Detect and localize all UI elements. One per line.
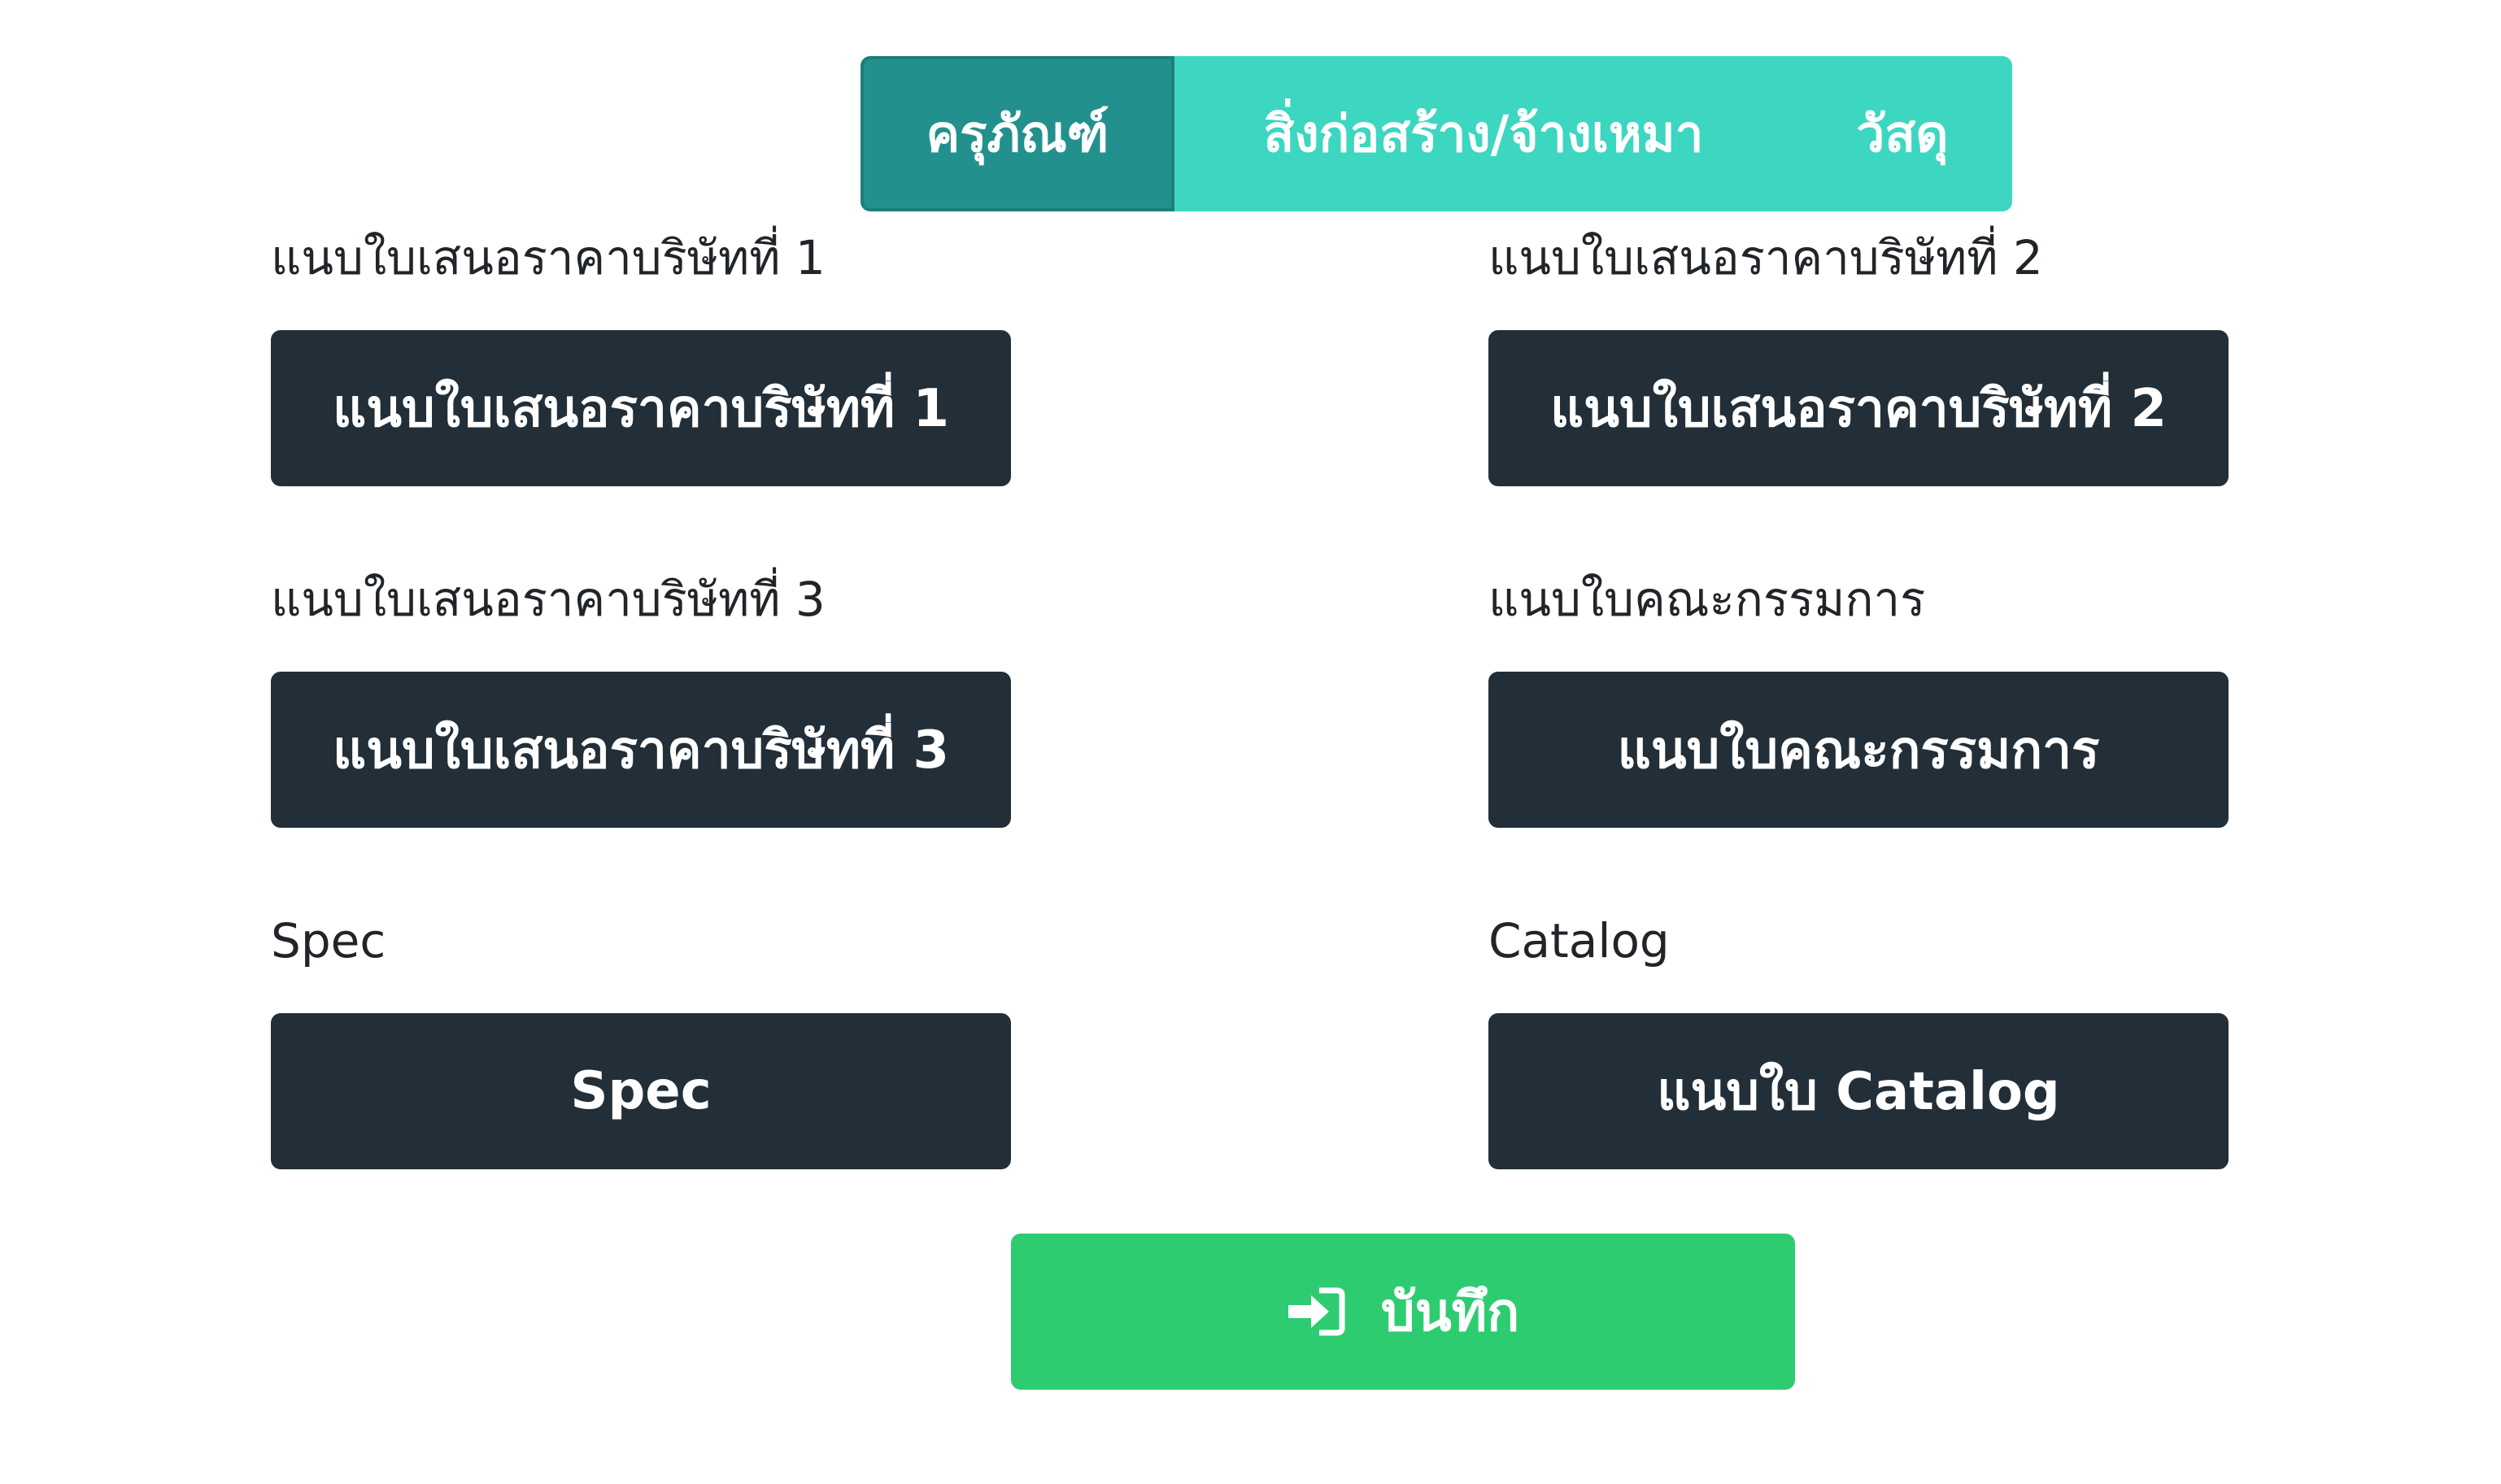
spec-label: Spec [271, 913, 386, 968]
category-tabs: ครุภัณฑ์ สิ่งก่อสร้าง/จ้างเหมา วัสดุ [861, 56, 2012, 211]
attach-spec-button[interactable]: Spec [271, 1013, 1011, 1169]
committee-label: แนบใบคณะกรรมการ [1488, 572, 1926, 627]
attach-quote3-button[interactable]: แนบใบเสนอราคาบริษัทที่ 3 [271, 672, 1011, 828]
attach-committee-button[interactable]: แนบใบคณะกรรมการ [1488, 672, 2229, 828]
tab-materials[interactable]: วัสดุ [1793, 56, 2012, 211]
tab-construction[interactable]: สิ่งก่อสร้าง/จ้างเหมา [1174, 56, 1793, 211]
upload-form: ครุภัณฑ์ สิ่งก่อสร้าง/จ้างเหมา วัสดุ แนบ… [0, 0, 2501, 1484]
sign-in-icon [1288, 1287, 1345, 1336]
tab-equipment[interactable]: ครุภัณฑ์ [861, 56, 1174, 211]
attach-catalog-button[interactable]: แนบใบ Catalog [1488, 1013, 2229, 1169]
save-button[interactable]: บันทึก [1011, 1234, 1795, 1390]
quote2-label: แนบใบเสนอราคาบริษัทที่ 2 [1488, 230, 2043, 285]
quote3-label: แนบใบเสนอราคาบริษัทที่ 3 [271, 572, 826, 627]
save-label: บันทึก [1380, 1280, 1520, 1343]
attach-quote2-button[interactable]: แนบใบเสนอราคาบริษัทที่ 2 [1488, 330, 2229, 486]
quote1-label: แนบใบเสนอราคาบริษัทที่ 1 [271, 230, 826, 285]
catalog-label: Catalog [1488, 913, 1670, 968]
attach-quote1-button[interactable]: แนบใบเสนอราคาบริษัทที่ 1 [271, 330, 1011, 486]
